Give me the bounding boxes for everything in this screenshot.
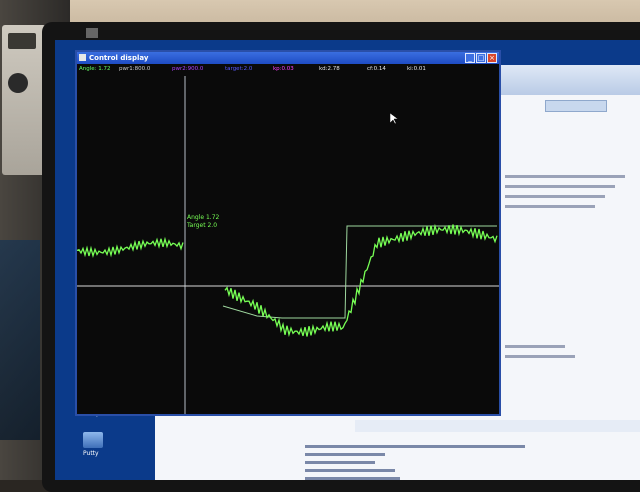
background-text-line: [505, 345, 565, 348]
background-app-toolbar: [495, 65, 640, 95]
readout-item: target:2.0: [225, 66, 253, 72]
readout-item: pwr1:800.0: [119, 66, 151, 72]
background-text-line: [505, 175, 625, 178]
readout-item: Angle: 1.72: [79, 66, 111, 72]
readout-item: kp:0.03: [273, 66, 294, 72]
readout-item: cf:0.14: [367, 66, 386, 72]
background-text-line: [505, 205, 595, 208]
background-text-line: [505, 195, 605, 198]
background-app-button[interactable]: [545, 100, 607, 112]
minimize-icon[interactable]: _: [465, 53, 475, 63]
readout-item: pwr2:900.0: [172, 66, 204, 72]
background-app-window[interactable]: [495, 65, 640, 445]
control-display-window[interactable]: Control display _ □ × Angle: 1.72 pwr1:80…: [75, 50, 501, 416]
mouse-cursor-icon: [390, 113, 398, 125]
document-text-line: [305, 445, 525, 448]
window-icon: [79, 54, 86, 61]
target-label: Target 2.0: [186, 222, 217, 229]
readout-item: ki:0.01: [407, 66, 426, 72]
instrument-knob: [8, 73, 28, 93]
close-icon[interactable]: ×: [487, 53, 497, 63]
cable-bundle: [0, 240, 40, 440]
lab-instrument: [2, 25, 46, 175]
title-bar[interactable]: Control display _ □ ×: [77, 52, 499, 64]
document-text-line: [305, 469, 395, 472]
background-text-line: [505, 355, 575, 358]
signal-trace-left: [77, 236, 184, 259]
putty-label[interactable]: Putty: [83, 450, 113, 457]
status-readout: Angle: 1.72 pwr1:800.0 pwr2:900.0 target:2.…: [77, 65, 499, 75]
signal-trace-right: [224, 223, 498, 338]
instrument-display: [8, 33, 36, 49]
document-text-line: [305, 461, 375, 464]
document-text-line: [305, 453, 385, 456]
putty-icon[interactable]: [83, 432, 103, 448]
background-text-line: [505, 185, 615, 188]
readout-item: kd:2.78: [319, 66, 340, 72]
monitor-screen: ssumper Putty Control display _ □ × Angl…: [55, 40, 640, 480]
reference-line: [222, 225, 497, 319]
document-toolbar[interactable]: [355, 420, 640, 432]
monitor-logo: [86, 28, 98, 38]
plot-area: Angle 1.72 Target 2.0: [77, 76, 499, 414]
angle-label: Angle 1.72: [187, 214, 220, 221]
window-title: Control display: [89, 54, 149, 62]
maximize-icon[interactable]: □: [476, 53, 486, 63]
